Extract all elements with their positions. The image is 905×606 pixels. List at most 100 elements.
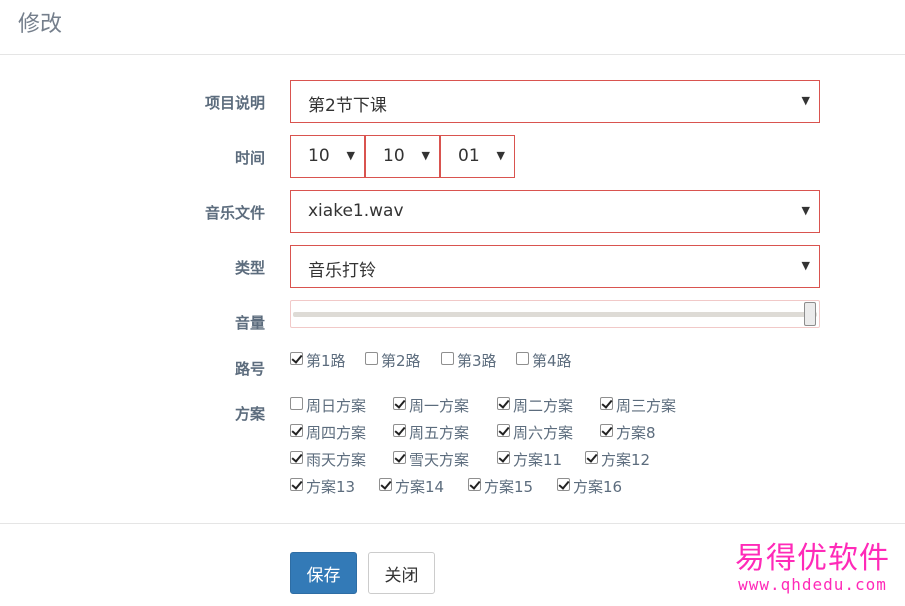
music-label: 音乐文件 <box>204 204 265 222</box>
hour-select-value: 10 <box>308 146 330 166</box>
plan-label: 方案 <box>234 405 265 423</box>
chevron-down-icon: ▼ <box>496 149 505 162</box>
plan-checkbox[interactable]: 雨天方案 <box>290 449 366 470</box>
checkbox-icon[interactable] <box>468 478 481 491</box>
music-select[interactable]: xiake1.wav ▼ <box>290 190 820 233</box>
plan-checkbox[interactable]: 周四方案 <box>290 422 366 443</box>
plan-checkbox-label: 方案11 <box>513 451 563 469</box>
checkbox-icon[interactable] <box>497 397 510 410</box>
plan-checkbox[interactable]: 方案14 <box>379 476 444 497</box>
plan-checkbox[interactable]: 周六方案 <box>497 422 573 443</box>
plan-checkbox[interactable]: 方案16 <box>557 476 622 497</box>
minute-select[interactable]: 10 ▼ <box>365 135 440 178</box>
chevron-down-icon: ▼ <box>801 94 810 107</box>
volume-row: 音量 <box>0 300 905 332</box>
route-checkbox-3[interactable]: 第3路 <box>441 350 497 371</box>
checkbox-icon[interactable] <box>557 478 570 491</box>
music-select-value: xiake1.wav <box>308 201 404 221</box>
route-row: 路号 第1路 第2路 第3路 第4路 <box>0 350 905 378</box>
route-checkbox-label: 第4路 <box>532 352 572 370</box>
type-select[interactable]: 音乐打铃 ▼ <box>290 245 820 288</box>
time-label: 时间 <box>234 149 265 167</box>
plan-checkbox-label: 方案16 <box>573 478 623 496</box>
route-checkbox-1[interactable]: 第1路 <box>290 350 346 371</box>
checkbox-icon[interactable] <box>497 424 510 437</box>
music-row: 音乐文件 xiake1.wav ▼ <box>0 190 905 233</box>
plan-checkbox[interactable]: 周三方案 <box>600 395 676 416</box>
checkbox-icon[interactable] <box>290 352 303 365</box>
checkbox-icon[interactable] <box>600 424 613 437</box>
chevron-down-icon: ▼ <box>801 259 810 272</box>
type-row: 类型 音乐打铃 ▼ <box>0 245 905 288</box>
checkbox-icon[interactable] <box>290 478 303 491</box>
modal-footer: 保存 关闭 易得优软件 www.qhdedu.com <box>0 523 905 606</box>
plan-checkbox[interactable]: 周日方案 <box>290 395 366 416</box>
route-label: 路号 <box>234 360 265 378</box>
chevron-down-icon: ▼ <box>421 149 430 162</box>
route-checkbox-label: 第1路 <box>306 352 346 370</box>
plan-checkbox-label: 方案8 <box>616 424 656 442</box>
plan-checkbox-label: 方案14 <box>395 478 445 496</box>
checkbox-icon[interactable] <box>393 424 406 437</box>
plan-checkbox-label: 周二方案 <box>513 397 574 415</box>
plan-checkbox[interactable]: 方案8 <box>600 422 656 443</box>
plan-checkbox[interactable]: 周五方案 <box>393 422 469 443</box>
plan-checkbox-label: 周四方案 <box>306 424 367 442</box>
save-button[interactable]: 保存 <box>290 552 357 594</box>
checkbox-icon[interactable] <box>290 424 303 437</box>
type-label: 类型 <box>234 259 265 277</box>
checkbox-icon[interactable] <box>290 451 303 464</box>
checkbox-icon[interactable] <box>441 352 454 365</box>
route-checkbox-label: 第3路 <box>457 352 497 370</box>
chevron-down-icon: ▼ <box>801 204 810 217</box>
modal-title: 修改 <box>18 12 63 37</box>
plan-checkbox-label: 方案13 <box>306 478 356 496</box>
plan-checkbox-label: 周一方案 <box>409 397 470 415</box>
plan-checkbox-label: 周六方案 <box>513 424 574 442</box>
plan-checkbox-label: 周三方案 <box>616 397 677 415</box>
plan-checkbox[interactable]: 方案11 <box>497 449 562 470</box>
project-label: 项目说明 <box>204 94 265 112</box>
route-checkbox-2[interactable]: 第2路 <box>365 350 421 371</box>
plan-checkbox[interactable]: 雪天方案 <box>393 449 469 470</box>
watermark-url: www.qhdedu.com <box>738 575 887 594</box>
hour-select[interactable]: 10 ▼ <box>290 135 365 178</box>
checkbox-icon[interactable] <box>290 397 303 410</box>
checkbox-icon[interactable] <box>497 451 510 464</box>
plan-row: 方案 周日方案 周一方案 周二方案 周三方案 周四方案 周五方案 周六方案 方案… <box>0 395 905 505</box>
type-select-value: 音乐打铃 <box>308 261 376 281</box>
plan-checkbox-label: 方案12 <box>601 451 651 469</box>
plan-checkbox-label: 周五方案 <box>409 424 470 442</box>
plan-checkbox[interactable]: 方案13 <box>290 476 355 497</box>
volume-slider-thumb[interactable] <box>804 302 816 326</box>
route-checkbox-4[interactable]: 第4路 <box>516 350 572 371</box>
project-select-value: 第2节下课 <box>308 96 387 116</box>
volume-slider[interactable] <box>290 300 820 328</box>
plan-checkbox[interactable]: 周二方案 <box>497 395 573 416</box>
project-select[interactable]: 第2节下课 ▼ <box>290 80 820 123</box>
time-row: 时间 10 ▼ 10 ▼ 01 ▼ <box>0 135 905 178</box>
modal-header: 修改 <box>0 0 905 55</box>
route-checkbox-label: 第2路 <box>381 352 421 370</box>
second-select[interactable]: 01 ▼ <box>440 135 515 178</box>
checkbox-icon[interactable] <box>393 397 406 410</box>
chevron-down-icon: ▼ <box>346 149 355 162</box>
close-button[interactable]: 关闭 <box>368 552 435 594</box>
plan-checkbox-label: 雨天方案 <box>306 451 367 469</box>
plan-checkbox[interactable]: 方案15 <box>468 476 533 497</box>
checkbox-icon[interactable] <box>393 451 406 464</box>
plan-checkbox[interactable]: 方案12 <box>585 449 650 470</box>
second-select-value: 01 <box>458 146 480 166</box>
checkbox-icon[interactable] <box>379 478 392 491</box>
checkbox-icon[interactable] <box>585 451 598 464</box>
plan-checkbox-label: 方案15 <box>484 478 534 496</box>
minute-select-value: 10 <box>383 146 405 166</box>
plan-checkbox-label: 周日方案 <box>306 397 367 415</box>
checkbox-icon[interactable] <box>600 397 613 410</box>
watermark-title: 易得优软件 <box>735 541 890 576</box>
checkbox-icon[interactable] <box>516 352 529 365</box>
plan-checkbox[interactable]: 周一方案 <box>393 395 469 416</box>
checkbox-icon[interactable] <box>365 352 378 365</box>
watermark: 易得优软件 www.qhdedu.com <box>730 542 895 594</box>
plan-checkbox-label: 雪天方案 <box>409 451 470 469</box>
